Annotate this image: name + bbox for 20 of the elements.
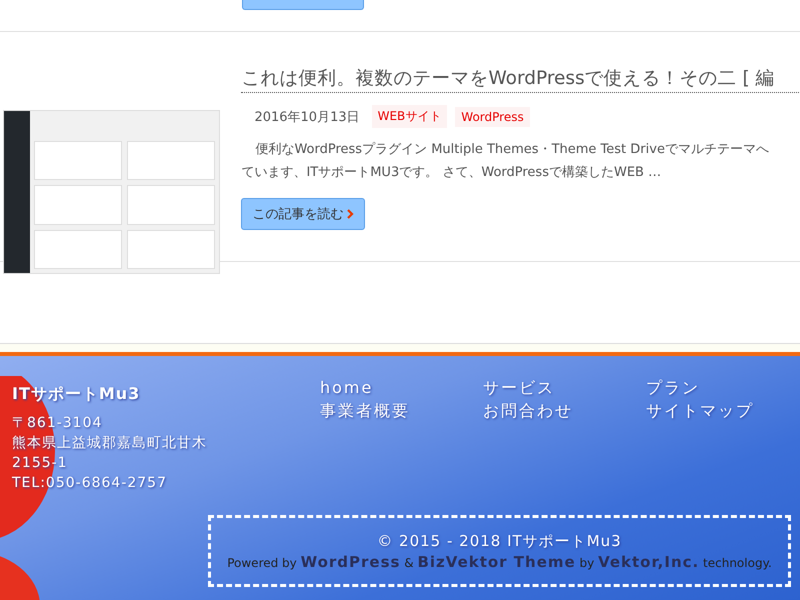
footer-nav-link[interactable]: home [320, 378, 483, 399]
footer-nav-link[interactable]: 事業者概要 [320, 401, 483, 422]
category-tag[interactable]: WEBサイト [372, 105, 448, 128]
footer-nav-link[interactable]: プラン [646, 378, 786, 399]
copyright-text: © 2015 - 2018 ITサポートMu3 [377, 532, 622, 550]
screenshot-thumbnail[interactable] [3, 110, 220, 274]
post-excerpt: 便利なWordPressプラグイン Multiple Themes・Theme Test Driveでマルチテーマへ [254, 141, 770, 159]
category-tag[interactable]: WordPress [455, 106, 530, 126]
chevron-right-icon [347, 209, 354, 219]
credit-link[interactable]: BizVektor Theme [417, 552, 576, 570]
footer-nav-link[interactable]: お問合わせ [483, 401, 646, 422]
credit-link[interactable]: Vektor,Inc. [598, 552, 700, 570]
footer-nav-link[interactable]: サービス [483, 378, 646, 399]
post-date: 2016年10月13日 [254, 108, 360, 126]
post-title[interactable]: これは便利。複数のテーマをWordPressで使える！その二 [ 編 [241, 65, 800, 93]
footer-nav-link[interactable]: サイトマップ [646, 401, 786, 422]
powered-by-text: Powered by WordPress & BizVektor Theme by Vektor,Inc. technology. [227, 552, 772, 570]
credit-link[interactable]: WordPress [300, 552, 400, 570]
post-excerpt: ています、ITサポートMU3です。 さて、WordPressで構築したWEB … [241, 164, 662, 182]
read-more-button[interactable]: この記事を読む [241, 198, 366, 230]
